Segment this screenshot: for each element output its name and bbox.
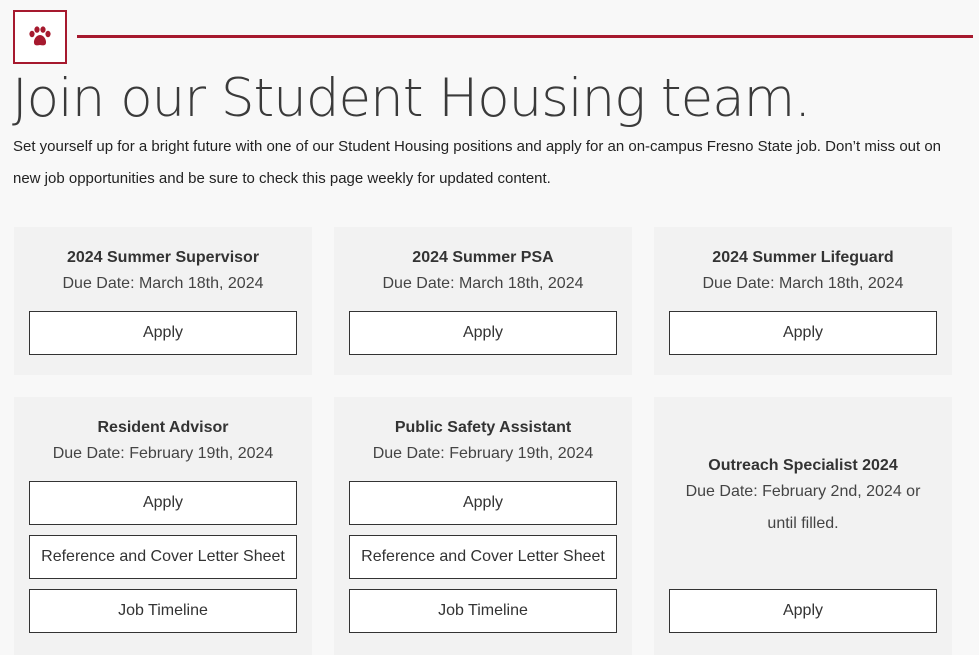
apply-button[interactable]: Apply	[669, 589, 937, 633]
job-title: Resident Advisor	[97, 419, 229, 436]
due-date: Due Date: March 18th, 2024	[702, 275, 904, 292]
job-card: Outreach Specialist 2024 Due Date: Febru…	[654, 397, 952, 655]
logo-box	[13, 10, 67, 64]
due-date: Due Date: February 19th, 2024	[372, 445, 594, 462]
apply-button[interactable]: Apply	[349, 311, 617, 355]
due-date: Due Date: February 2nd, 2024 or until fi…	[685, 483, 921, 532]
job-card: 2024 Summer PSA Due Date: March 18th, 20…	[334, 227, 632, 375]
job-title: Public Safety Assistant	[394, 419, 572, 436]
paw-icon	[29, 26, 51, 46]
job-card: 2024 Summer Supervisor Due Date: March 1…	[14, 227, 312, 375]
apply-button[interactable]: Apply	[669, 311, 937, 355]
reference-letter-button[interactable]: Reference and Cover Letter Sheet	[349, 535, 617, 579]
due-date: Due Date: March 18th, 2024	[382, 275, 584, 292]
header-divider	[77, 35, 973, 38]
job-card: Public Safety Assistant Due Date: Februa…	[334, 397, 632, 655]
due-date: Due Date: February 19th, 2024	[52, 445, 274, 462]
due-date: Due Date: March 18th, 2024	[62, 275, 264, 292]
job-timeline-button[interactable]: Job Timeline	[29, 589, 297, 633]
job-card: 2024 Summer Lifeguard Due Date: March 18…	[654, 227, 952, 375]
job-title: 2024 Summer PSA	[412, 249, 554, 266]
page-title: Join our Student Housing team.	[12, 68, 811, 129]
job-card: Resident Advisor Due Date: February 19th…	[14, 397, 312, 655]
intro-text: Set yourself up for a bright future with…	[13, 138, 942, 187]
apply-button[interactable]: Apply	[29, 481, 297, 525]
job-timeline-button[interactable]: Job Timeline	[349, 589, 617, 633]
reference-letter-button[interactable]: Reference and Cover Letter Sheet	[29, 535, 297, 579]
job-title: Outreach Specialist 2024	[708, 457, 898, 474]
job-title: 2024 Summer Supervisor	[66, 249, 260, 266]
apply-button[interactable]: Apply	[349, 481, 617, 525]
job-title: 2024 Summer Lifeguard	[712, 249, 894, 266]
apply-button[interactable]: Apply	[29, 311, 297, 355]
